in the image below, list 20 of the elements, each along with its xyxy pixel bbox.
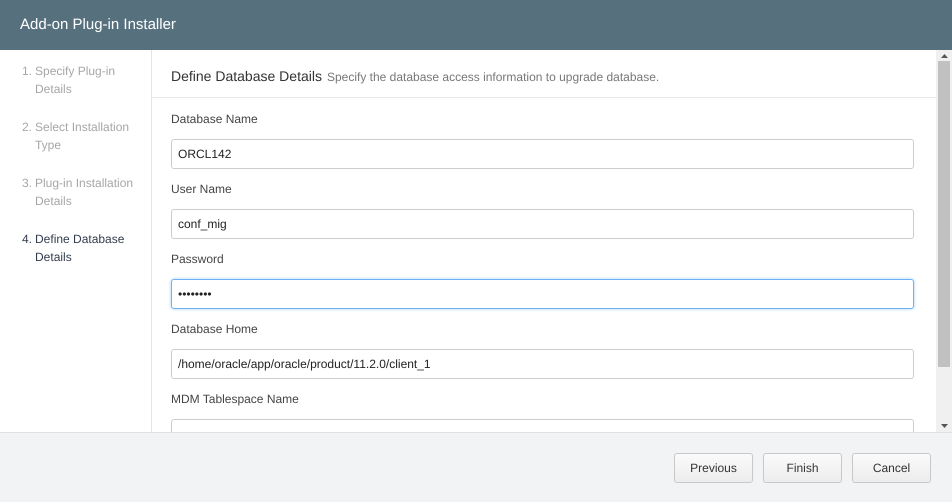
field-label: User Name [171,181,233,197]
input-field[interactable]: conf_mig [171,209,914,239]
footer-button[interactable]: Cancel [852,452,931,482]
input-field[interactable]: /home/oracle/app/oracle/product/11.2.0/client_1 [171,349,914,379]
section-title: Define Database Details [171,67,322,86]
input-field[interactable]: ORCL142 [171,139,914,169]
input-field[interactable]: •••••••• [171,279,914,309]
window-title: Add-on Plug-in Installer [20,14,176,35]
scroll-down-icon[interactable] [940,424,948,428]
field-label: MDM Tablespace Name [171,391,300,407]
scrollbar-thumb[interactable] [938,61,950,367]
scroll-up-icon[interactable] [940,54,948,58]
field-label: Database Name [171,111,259,127]
footer-button[interactable]: Finish [763,452,842,482]
step-item[interactable]: 4. Define Database Details [22,230,143,266]
field-label: Database Home [171,321,259,337]
scrollbar[interactable] [936,50,952,432]
section-description: Specify the database access information to upgrade database. [326,69,660,86]
field-label: Password [171,251,225,267]
footer-button[interactable]: Previous [674,452,753,482]
